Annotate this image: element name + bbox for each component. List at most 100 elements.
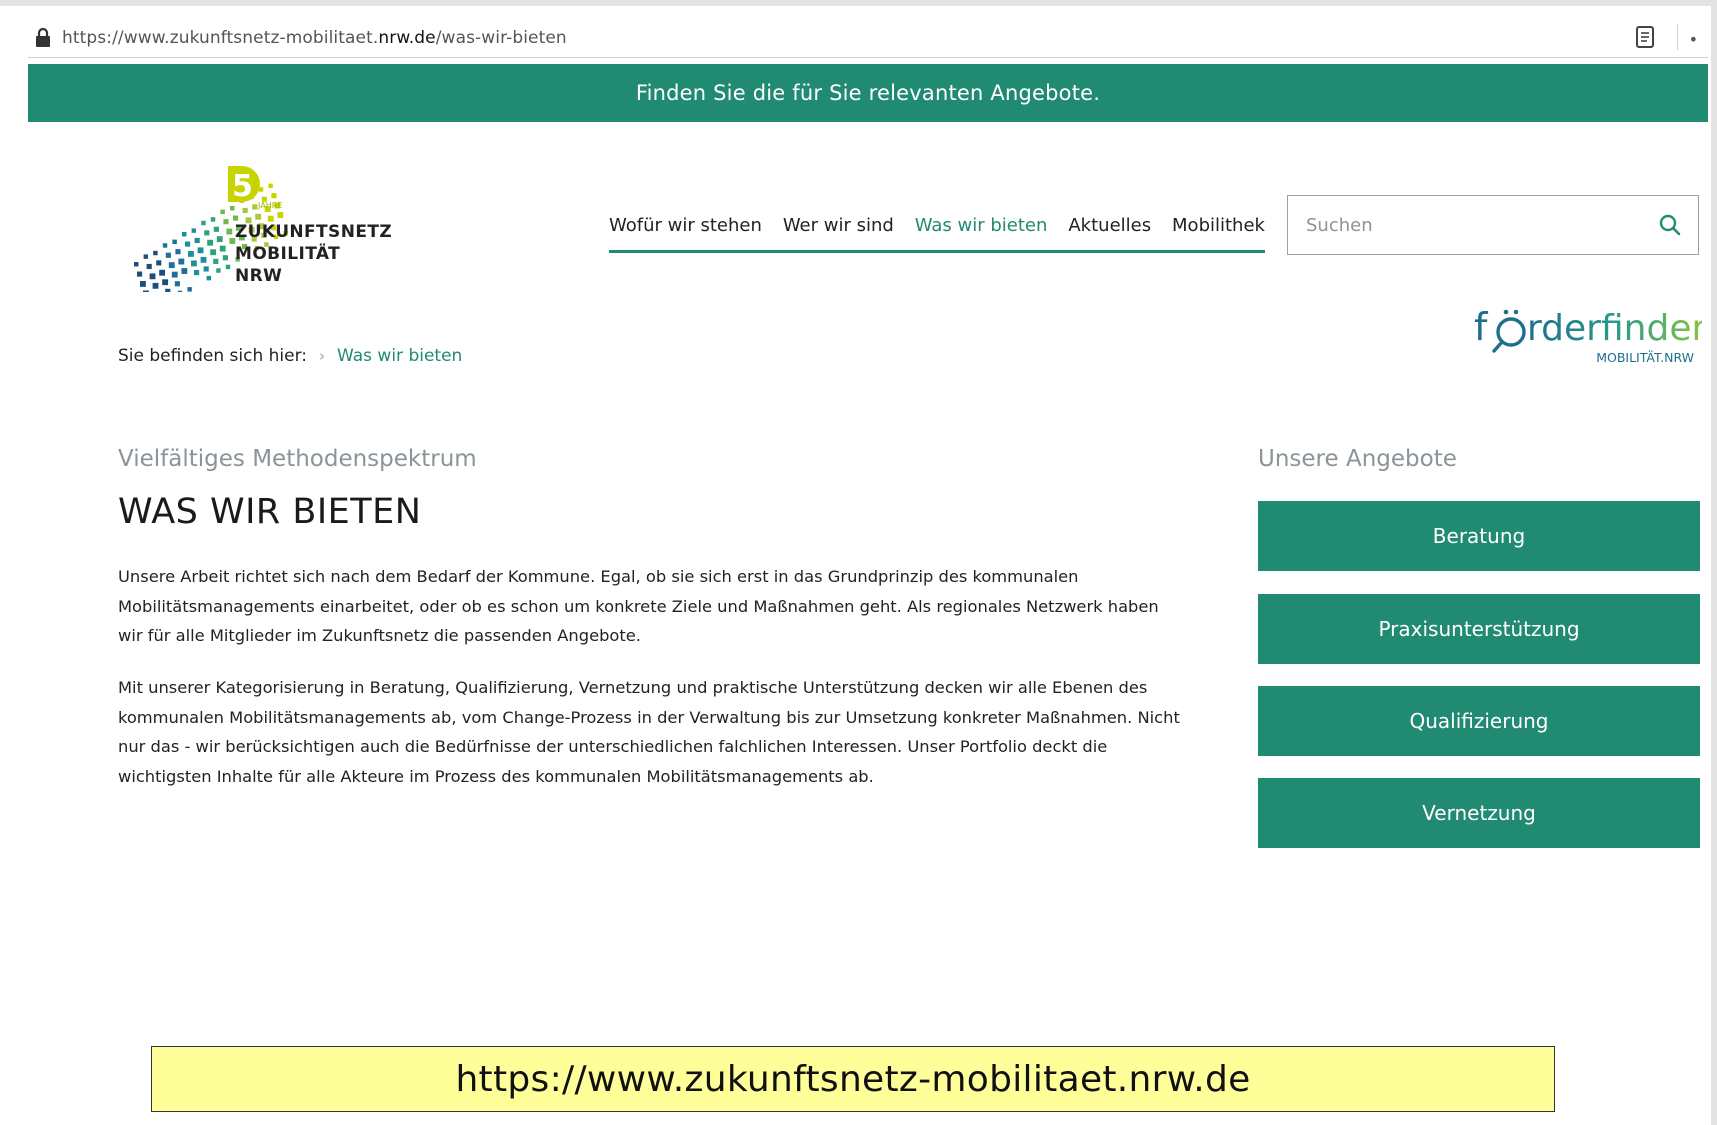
logo-pixel <box>226 228 233 235</box>
foerderfinder-letter-f: f <box>1474 306 1489 349</box>
offer-button-praxisunterstuetzung[interactable]: Praxisunterstützung <box>1258 594 1700 664</box>
logo-pixel <box>213 258 219 264</box>
logo-pixel <box>159 269 166 276</box>
logo-pixel <box>225 264 231 270</box>
anniversary-number: 5 <box>232 169 253 204</box>
logo-pixel <box>242 207 248 214</box>
offer-button-beratung[interactable]: Beratung <box>1258 501 1700 571</box>
logo-pixel <box>210 217 216 222</box>
url-text[interactable]: https://www.zukunftsnetz-mobilitaet.nrw.… <box>62 28 567 48</box>
logo-pixel <box>191 260 197 267</box>
foerderfinder-wordmark: rderfinder <box>1527 308 1702 349</box>
logo-pixel <box>271 193 277 199</box>
top-banner[interactable]: Finden Sie die für Sie relevanten Angebo… <box>28 64 1708 122</box>
logo-pixel <box>149 273 156 280</box>
logo-pixel <box>152 282 159 289</box>
logo-pixel <box>134 262 139 267</box>
logo-pixel <box>207 239 214 246</box>
foerderfinder-logo[interactable]: f rderfinder MOBILITÄT.NRW <box>1474 306 1702 366</box>
logo-pixel <box>143 254 149 259</box>
logo-pixel <box>191 228 197 233</box>
logo-pixel <box>140 281 146 287</box>
breadcrumb-current[interactable]: Was wir bieten <box>337 346 462 366</box>
umlaut-dot-left <box>1503 309 1509 315</box>
logo-pixel <box>146 263 152 270</box>
logo-pixel <box>137 271 143 277</box>
logo-pixel <box>220 209 225 215</box>
logo-pixel <box>156 260 162 266</box>
logo-pixel <box>177 290 183 292</box>
logo-pixel <box>171 271 178 278</box>
logo-pixel <box>223 219 229 225</box>
reader-view-icon[interactable] <box>1634 25 1656 49</box>
logo-pixel <box>268 183 273 189</box>
url-caption-box: https://www.zukunftsnetz-mobilitaet.nrw.… <box>151 1046 1555 1112</box>
logo-pixel <box>219 245 226 252</box>
logo-pixel <box>233 215 239 221</box>
logo-pixel <box>162 279 169 286</box>
logo-pixel <box>230 206 235 211</box>
detail-paragraph: Mit unserer Kategorisierung in Beratung,… <box>118 678 1180 786</box>
logo-pixel <box>182 232 187 237</box>
breadcrumb-label: Sie befinden sich hier: <box>118 346 308 366</box>
logo-pixel <box>174 281 180 287</box>
logo-pixel <box>204 230 210 236</box>
search-icon[interactable] <box>1658 213 1682 237</box>
logo-pixel <box>213 226 219 232</box>
logo-pixel <box>277 212 284 218</box>
nav-item-was-wir-bieten[interactable]: Was wir bieten <box>915 215 1048 250</box>
logo-wordmark[interactable]: ZUKUNFTSNETZ MOBILITÄT NRW <box>235 221 392 287</box>
nav-item-aktuelles[interactable]: Aktuelles <box>1068 215 1151 250</box>
offer-button-vernetzung[interactable]: Vernetzung <box>1258 778 1700 848</box>
logo-pixel <box>188 251 194 257</box>
logo-pixel <box>165 252 171 258</box>
logo-pixel <box>194 237 200 244</box>
logo-pixel <box>168 262 175 269</box>
breadcrumb: Sie befinden sich hier: › Was wir bieten <box>118 346 462 366</box>
toolbar-separator <box>1677 24 1678 50</box>
logo-pixel <box>203 266 209 272</box>
search-input[interactable]: Suchen <box>1287 195 1699 255</box>
offer-button-qualifizierung[interactable]: Qualifizierung <box>1258 686 1700 756</box>
address-bar[interactable]: https://www.zukunftsnetz-mobilitaet.nrw.… <box>28 18 1708 58</box>
nav-item-wofuer-wir-stehen[interactable]: Wofür wir stehen <box>609 215 762 250</box>
umlaut-dot-right <box>1513 309 1519 315</box>
chevron-right-icon: › <box>319 347 326 365</box>
logo-pixel <box>143 290 149 292</box>
lock-icon <box>36 27 50 47</box>
nav-item-wer-wir-sind[interactable]: Wer wir sind <box>783 215 894 250</box>
logo-pixel <box>187 287 192 292</box>
sidebar-title: Unsere Angebote <box>1258 446 1457 472</box>
logo-line-1: ZUKUNFTSNETZ <box>235 222 393 242</box>
logo-pixel <box>216 236 223 243</box>
logo-pixel <box>162 243 168 248</box>
logo-pixel <box>201 220 206 226</box>
logo-line-3: NRW <box>235 266 283 286</box>
caption-text: https://www.zukunftsnetz-mobilitaet.nrw.… <box>455 1058 1251 1100</box>
foerderfinder-subline: MOBILITÄT.NRW <box>1596 350 1694 365</box>
logo-pixel <box>216 268 221 273</box>
logo-pixel <box>255 213 262 220</box>
intro-paragraph: Unsere Arbeit richtet sich nach dem Beda… <box>118 567 1159 645</box>
search-placeholder: Suchen <box>1306 214 1373 236</box>
logo-pixel <box>252 204 258 210</box>
logo-pixel <box>165 288 171 292</box>
logo-pixel <box>172 239 177 245</box>
logo-pixel <box>200 256 207 263</box>
logo-pixel <box>206 275 212 281</box>
logo-pixel <box>194 270 200 276</box>
logo-pixel <box>181 268 188 274</box>
banner-text: Finden Sie die für Sie relevanten Angebo… <box>635 81 1101 105</box>
overflow-menu-icon[interactable]: • <box>1689 30 1698 49</box>
section-eyebrow: Vielfältiges Methodenspektrum <box>118 446 477 472</box>
logo-line-2: MOBILITÄT <box>235 244 341 264</box>
logo-pixel <box>175 249 181 255</box>
browser-frame-top <box>0 0 1717 6</box>
nav-item-mobilithek[interactable]: Mobilithek <box>1172 215 1265 250</box>
logo-pixel <box>178 258 185 265</box>
browser-frame-right <box>1711 0 1717 1125</box>
logo-pixel <box>185 241 191 247</box>
logo-pixel <box>153 250 158 256</box>
main-navigation: Wofür wir stehen Wer wir sind Was wir bi… <box>609 215 1265 253</box>
magnifier-handle <box>1492 340 1504 353</box>
